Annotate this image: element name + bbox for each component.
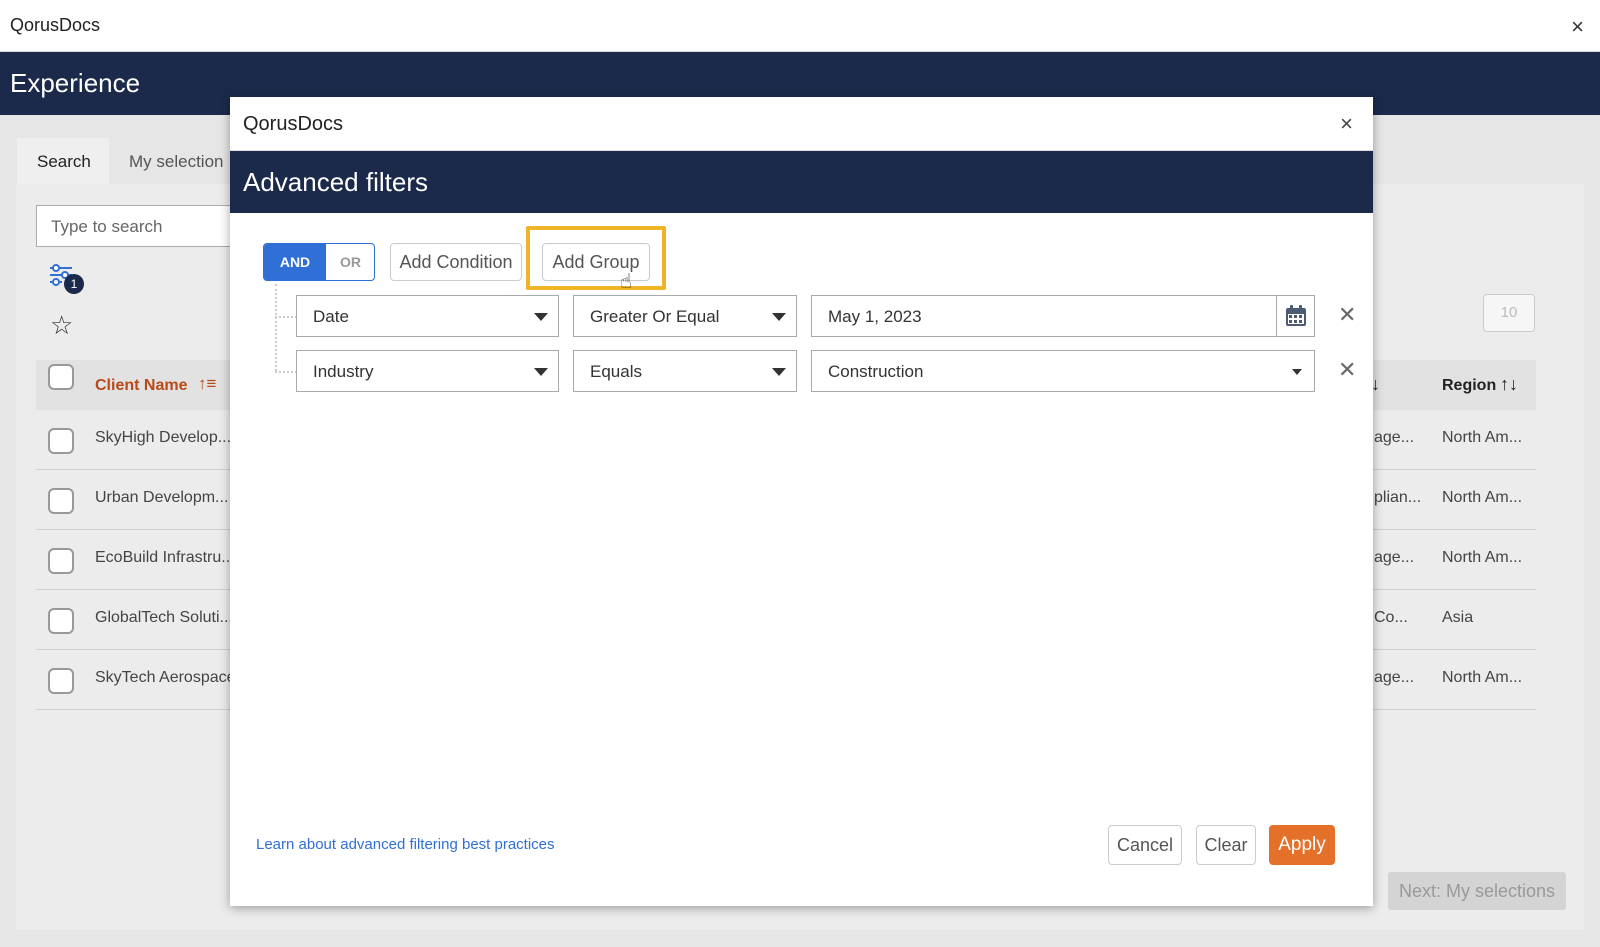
table-cell: age...: [1374, 669, 1415, 686]
column-header-client-name[interactable]: Client Name: [95, 377, 187, 395]
window-close-icon[interactable]: ×: [1571, 14, 1584, 40]
client-name-cell: EcoBuild Infrastru...: [95, 549, 235, 566]
calendar-button[interactable]: [1277, 295, 1315, 337]
region-cell: Asia: [1442, 609, 1474, 626]
dialog-title: QorusDocs: [243, 113, 344, 135]
condition-value-select[interactable]: Construction: [811, 350, 1315, 392]
condition-operator-select[interactable]: Greater Or Equal: [573, 295, 797, 337]
star-icon[interactable]: ☆: [50, 310, 73, 341]
sort-ascending-icon[interactable]: ↑≡: [198, 374, 216, 394]
client-name-cell: Urban Developm...: [95, 489, 229, 506]
condition-operator-select[interactable]: Equals: [573, 350, 797, 392]
chevron-down-icon: [772, 313, 786, 321]
table-cell: age...: [1374, 549, 1415, 566]
row-checkbox[interactable]: [48, 668, 74, 694]
row-checkbox[interactable]: [48, 608, 74, 634]
search-input[interactable]: Type to search: [36, 205, 236, 247]
condition-value: Construction: [828, 362, 924, 381]
condition-operator-value: Greater Or Equal: [590, 307, 720, 326]
condition-operator-value: Equals: [590, 362, 642, 381]
region-cell: North Am...: [1442, 549, 1523, 566]
remove-condition-icon[interactable]: ✕: [1338, 302, 1356, 328]
row-checkbox[interactable]: [48, 548, 74, 574]
add-condition-button[interactable]: Add Condition: [390, 243, 522, 281]
window-titlebar: QorusDocs ×: [0, 0, 1600, 52]
chevron-down-icon: [534, 368, 548, 376]
learn-filtering-link[interactable]: Learn about advanced filtering best prac…: [256, 836, 555, 853]
add-group-button[interactable]: Add Group: [542, 243, 650, 281]
advanced-filters-dialog: QorusDocs × Advanced filters AND OR Add …: [230, 97, 1373, 906]
next-my-selections-button[interactable]: Next: My selections: [1388, 872, 1566, 910]
dialog-header-title: Advanced filters: [243, 167, 428, 197]
window-title: QorusDocs: [10, 15, 101, 35]
client-name-cell: SkyTech Aerospace: [95, 669, 236, 686]
tab-search[interactable]: Search: [17, 138, 109, 184]
sort-both-icon[interactable]: ↑↓: [1500, 374, 1518, 395]
condition-field-select[interactable]: Date: [296, 295, 559, 337]
and-or-toggle: AND OR: [263, 243, 375, 281]
tab-my-selection[interactable]: My selection: [109, 138, 243, 184]
table-cell: age...: [1374, 429, 1415, 446]
remove-condition-icon[interactable]: ✕: [1338, 357, 1356, 383]
region-cell: North Am...: [1442, 429, 1523, 446]
region-cell: North Am...: [1442, 669, 1523, 686]
filter-count-badge: 1: [64, 274, 84, 294]
client-name-cell: GlobalTech Soluti...: [95, 609, 233, 626]
client-name-cell: SkyHigh Develop...: [95, 429, 232, 446]
or-toggle-option[interactable]: OR: [326, 244, 374, 280]
condition-value: May 1, 2023: [828, 307, 922, 326]
hand-cursor-icon: ☝: [620, 271, 633, 293]
row-checkbox[interactable]: [48, 428, 74, 454]
region-cell: North Am...: [1442, 489, 1523, 506]
table-cell: plian...: [1374, 489, 1422, 506]
column-header-region[interactable]: Region: [1442, 377, 1496, 395]
condition-field-value: Date: [313, 307, 349, 326]
select-all-checkbox[interactable]: [48, 364, 74, 390]
tree-connector: [275, 371, 297, 373]
chevron-down-icon: [772, 368, 786, 376]
apply-button[interactable]: Apply: [1269, 825, 1335, 865]
dialog-header: Advanced filters: [230, 151, 1373, 213]
chevron-down-icon: [534, 313, 548, 321]
tree-connector: [275, 316, 297, 318]
page-size-input[interactable]: 10: [1483, 294, 1535, 332]
table-cell: Co...: [1374, 609, 1408, 626]
dialog-titlebar: QorusDocs ×: [230, 97, 1373, 151]
clear-button[interactable]: Clear: [1196, 825, 1256, 865]
calendar-icon: [1286, 305, 1306, 326]
condition-date-input[interactable]: May 1, 2023: [811, 295, 1277, 337]
dialog-close-icon[interactable]: ×: [1340, 111, 1353, 137]
and-toggle-option[interactable]: AND: [264, 244, 326, 280]
condition-field-value: Industry: [313, 362, 374, 381]
condition-field-select[interactable]: Industry: [296, 350, 559, 392]
chevron-down-icon: [1292, 369, 1302, 375]
row-checkbox[interactable]: [48, 488, 74, 514]
tree-connector: [275, 284, 277, 371]
app-header-title: Experience: [10, 68, 141, 98]
cancel-button[interactable]: Cancel: [1108, 825, 1182, 865]
